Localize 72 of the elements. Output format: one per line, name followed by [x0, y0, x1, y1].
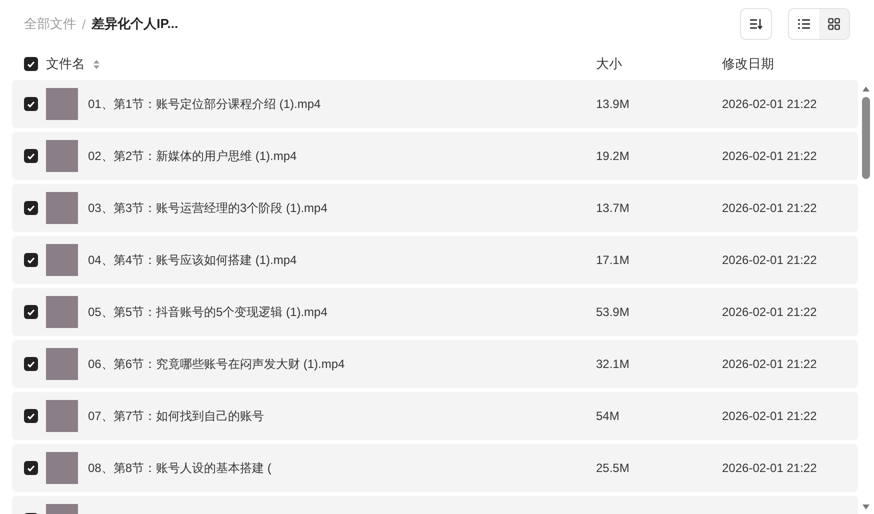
sort-caret-icon: [93, 58, 100, 70]
column-header[interactable]: 修改日期: [722, 55, 852, 73]
file-row[interactable]: 07、第7节：如何找到自己的账号 54M 2026-02-01 21:22: [12, 392, 858, 440]
photo-placeholder: [46, 296, 78, 328]
row-checkbox[interactable]: [24, 253, 38, 267]
row-checkbox[interactable]: [24, 461, 38, 475]
check-icon: [27, 464, 35, 472]
file-row[interactable]: 05、第5节：抖音账号的5个变现逻辑 (1).mp4 53.9M 2026-02-01 21:22: [12, 288, 858, 336]
check-icon: [27, 60, 35, 68]
modified-date: 2026-02-01 21:22: [722, 357, 818, 371]
check-icon: [27, 360, 35, 368]
sort-icon: [749, 18, 763, 30]
scroll-down-icon[interactable]: [862, 504, 870, 510]
photo-placeholder: [46, 192, 78, 224]
photo-placeholder: [46, 140, 78, 172]
modified-date: 2026-02-01 21:22: [722, 409, 818, 423]
photo-placeholder: [46, 244, 78, 276]
row-checkbox[interactable]: [24, 97, 38, 111]
grid-icon: [828, 18, 840, 30]
scrollbar-thumb[interactable]: [862, 97, 870, 179]
modified-date: 2026-02-01 21:22: [722, 461, 818, 475]
file-size: 19.2M: [596, 149, 630, 163]
file-row[interactable]: 06、第6节：究竟哪些账号在闷声发大财 (1).mp4 32.1M 2026-02-01 21:22: [12, 340, 858, 388]
file-name[interactable]: 07、第7节：如何找到自己的账号: [88, 408, 264, 424]
check-icon: [27, 204, 35, 212]
row-checkbox[interactable]: [24, 149, 38, 163]
file-name[interactable]: 03、第3节：账号运营经理的3个阶段 (1).mp4: [88, 200, 328, 216]
photo-placeholder: [46, 348, 78, 380]
check-icon: [27, 412, 35, 420]
check-icon: [27, 308, 35, 316]
file-name[interactable]: 01、第1节：账号定位部分课程介绍 (1).mp4: [88, 96, 321, 112]
row-checkbox[interactable]: [24, 305, 38, 319]
file-row[interactable]: 08、第8节：账号人设的基本搭建 ( 25.5M 2026-02-01 21:22: [12, 444, 858, 492]
file-row[interactable]: 02、第2节：新媒体的用户思维 (1).mp4 19.2M 2026-02-01 21:22: [12, 132, 858, 180]
select-all-checkbox[interactable]: [24, 57, 38, 71]
list-icon: [798, 19, 810, 29]
check-icon: [27, 100, 35, 108]
column-header[interactable]: 大小: [596, 55, 722, 73]
file-size: 54M: [596, 409, 620, 423]
check-icon: [27, 256, 35, 264]
file-name[interactable]: 05、第5节：抖音账号的5个变现逻辑 (1).mp4: [88, 304, 328, 320]
sort-button[interactable]: [740, 8, 772, 40]
file-name[interactable]: 02、第2节：新媒体的用户思维 (1).mp4: [88, 148, 297, 164]
file-row[interactable]: 03、第3节：账号运营经理的3个阶段 (1).mp4 13.7M 2026-02-01 21:22: [12, 184, 858, 232]
file-size: 25.5M: [596, 461, 630, 475]
check-icon: [27, 152, 35, 160]
column-header[interactable]: 文件名: [46, 55, 85, 73]
file-row[interactable]: 04、第4节：账号应该如何搭建 (1).mp4 17.1M 2026-02-01 21:22: [12, 236, 858, 284]
modified-date: 2026-02-01 21:22: [722, 149, 818, 163]
file-name[interactable]: 08、第8节：账号人设的基本搭建 (: [88, 460, 272, 476]
file-row[interactable]: 01、第1节：账号定位部分课程介绍 (1).mp4 13.9M 2026-02-01 21:22: [12, 80, 858, 128]
grid-view-button[interactable]: [819, 9, 849, 39]
breadcrumb-separator: /: [82, 16, 86, 32]
photo-placeholder: [46, 400, 78, 432]
file-size: 17.1M: [596, 253, 630, 267]
modified-date: 2026-02-01 21:22: [722, 253, 818, 267]
row-checkbox[interactable]: [24, 409, 38, 423]
file-name[interactable]: 04、第4节：账号应该如何搭建 (1).mp4: [88, 252, 297, 268]
file-size: 13.9M: [596, 97, 630, 111]
breadcrumb-item[interactable]: 差异化个人IP...: [92, 15, 178, 33]
modified-date: 2026-02-01 21:22: [722, 97, 818, 111]
file-size: 53.9M: [596, 305, 630, 319]
modified-date: 2026-02-01 21:22: [722, 201, 818, 215]
row-checkbox[interactable]: [24, 201, 38, 215]
file-name[interactable]: 06、第6节：究竟哪些账号在闷声发大财 (1).mp4: [88, 356, 345, 372]
modified-date: 2026-02-01 21:22: [722, 305, 818, 319]
scroll-up-icon[interactable]: [862, 86, 870, 92]
photo-placeholder: [46, 88, 78, 120]
row-checkbox[interactable]: [24, 357, 38, 371]
file-size: 13.7M: [596, 201, 630, 215]
file-size: 32.1M: [596, 357, 630, 371]
photo-placeholder: [46, 452, 78, 484]
